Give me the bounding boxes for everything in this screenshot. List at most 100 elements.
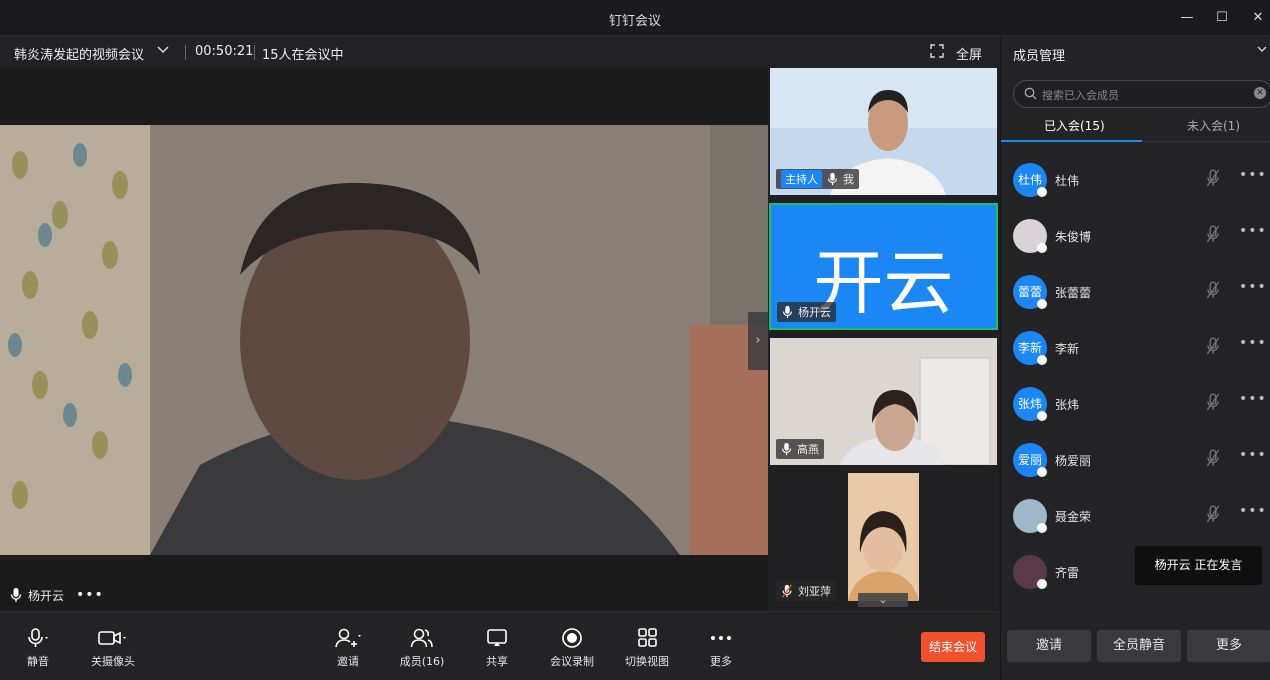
member-name: 张炜	[1055, 398, 1080, 412]
member-name: 张蕾蕾	[1055, 286, 1092, 300]
minimize-button[interactable]: —	[1175, 8, 1199, 28]
microphone-muted-icon	[782, 584, 792, 598]
member-row[interactable]: 蕾蕾 张蕾蕾 •••	[1001, 265, 1270, 321]
microphone-muted-icon[interactable]	[1206, 225, 1220, 246]
member-more-button[interactable]: •••	[1239, 335, 1267, 351]
microphone-muted-icon[interactable]	[1206, 281, 1220, 302]
clear-icon[interactable]: ✕	[1254, 87, 1266, 99]
microphone-muted-icon[interactable]	[1206, 169, 1220, 190]
microphone-muted-icon[interactable]	[1206, 505, 1220, 526]
search-icon	[1024, 87, 1037, 100]
microphone-muted-icon[interactable]	[1206, 337, 1220, 358]
status-badge	[1037, 299, 1047, 309]
record-label: 会议录制	[550, 655, 594, 668]
members-button[interactable]: 成员(16)	[387, 626, 457, 669]
member-more-button[interactable]: •••	[1239, 167, 1267, 183]
more-options-button[interactable]: •••	[76, 587, 104, 603]
member-row[interactable]: 杜伟 杜伟 •••	[1001, 153, 1270, 209]
title-bar: 钉钉会议 — ☐ ✕	[0, 0, 1270, 36]
collapse-tiles-button[interactable]: ›	[748, 312, 768, 370]
status-badge	[1037, 579, 1047, 589]
chevron-down-icon[interactable]	[156, 42, 170, 60]
video-tile[interactable]: 主持人 我	[770, 68, 997, 195]
invite-button[interactable]: 邀请	[1007, 630, 1091, 662]
end-meeting-button[interactable]: 结束会议	[921, 632, 985, 662]
panel-more-button[interactable]: 更多	[1187, 630, 1270, 662]
tile-label: 高燕	[776, 439, 824, 459]
tab-joined[interactable]: 已入会(15)	[1044, 117, 1105, 134]
microphone-muted-icon[interactable]	[1206, 393, 1220, 414]
speaker-tag: 杨开云 •••	[10, 584, 104, 606]
members-label: 成员(16)	[399, 655, 445, 668]
video-tiles: 主持人 我 开云 杨开云 高燕 刘亚萍 ⌄	[768, 68, 999, 611]
grid-view-icon	[638, 628, 657, 647]
member-more-button[interactable]: •••	[1239, 391, 1267, 407]
tile-label: 杨开云	[777, 302, 836, 322]
member-name: 杜伟	[1055, 174, 1080, 188]
speaker-name: 杨开云	[28, 588, 65, 603]
camera-off-button[interactable]: 关摄像头	[78, 626, 148, 669]
member-more-button[interactable]: •••	[1239, 447, 1267, 463]
more-label: 更多	[710, 655, 732, 668]
participant-count: 15人在会议中	[262, 48, 344, 63]
microphone-muted-icon[interactable]	[1206, 449, 1220, 470]
member-row[interactable]: 聂金荣 •••	[1001, 489, 1270, 545]
close-button[interactable]: ✕	[1246, 8, 1270, 28]
share-label: 共享	[486, 655, 508, 668]
member-search-input[interactable]: 搜索已入会成员 ✕	[1013, 80, 1270, 108]
fullscreen-icon[interactable]	[930, 44, 944, 58]
tile-name: 高燕	[797, 443, 819, 456]
member-name: 齐雷	[1055, 566, 1080, 580]
chevron-down-icon[interactable]	[1256, 43, 1268, 58]
tile-label: 刘亚萍	[776, 581, 836, 601]
more-button[interactable]: 更多	[686, 626, 756, 669]
status-badge	[1037, 523, 1047, 533]
mute-all-button[interactable]: 全员静音	[1097, 630, 1181, 662]
maximize-button[interactable]: ☐	[1210, 8, 1234, 28]
microphone-icon	[28, 628, 48, 647]
mute-label: 静音	[27, 655, 49, 668]
video-tile[interactable]: 高燕	[770, 338, 997, 465]
invite-button[interactable]: 邀请	[313, 626, 383, 669]
main-speaker-video[interactable]	[0, 125, 768, 555]
tile-label: 主持人 我	[776, 169, 859, 189]
member-row[interactable]: 张炜 张炜 •••	[1001, 377, 1270, 433]
member-more-button[interactable]: •••	[1239, 223, 1267, 239]
tile-name: 我	[843, 173, 854, 186]
member-row[interactable]: 李新 李新 •••	[1001, 321, 1270, 377]
member-name: 李新	[1055, 342, 1080, 356]
status-badge	[1037, 467, 1047, 477]
meeting-info-bar: 韩炎涛发起的视频会议 00:50:21 15人在会议中 全屏	[0, 36, 1000, 68]
video-tile-active[interactable]: 开云 杨开云	[769, 203, 998, 330]
fullscreen-button[interactable]: 全屏	[956, 44, 982, 63]
microphone-icon	[10, 588, 22, 602]
tab-not-joined[interactable]: 未入会(1)	[1187, 117, 1240, 134]
share-button[interactable]: 共享	[462, 626, 532, 669]
record-icon	[562, 628, 582, 648]
speaking-tooltip: 杨开云 正在发言	[1135, 546, 1262, 585]
switch-view-button[interactable]: 切换视图	[612, 626, 682, 669]
window-title: 钉钉会议	[608, 14, 661, 29]
camera-off-label: 关摄像头	[91, 655, 135, 668]
meeting-title[interactable]: 韩炎涛发起的视频会议	[14, 44, 144, 63]
chevron-down-icon[interactable]: ⌄	[858, 593, 908, 607]
mute-button[interactable]: 静音	[3, 626, 73, 669]
main-stage: 杨开云 ••• ›	[0, 68, 768, 611]
meeting-toolbar: 静音 关摄像头 邀请 成员(16) 共享 会议录制 切换视图 更多 结束会议	[0, 611, 1000, 680]
member-more-button[interactable]: •••	[1239, 279, 1267, 295]
tile-name: 杨开云	[798, 306, 831, 319]
member-name: 聂金荣	[1055, 510, 1092, 524]
switch-view-label: 切换视图	[625, 655, 669, 668]
member-row[interactable]: 朱俊博 •••	[1001, 209, 1270, 265]
record-button[interactable]: 会议录制	[537, 626, 607, 669]
member-name: 朱俊博	[1055, 230, 1092, 244]
member-more-button[interactable]: •••	[1239, 503, 1267, 519]
people-icon	[410, 628, 433, 648]
microphone-icon	[781, 442, 792, 456]
member-row[interactable]: 爱丽 杨爱丽 •••	[1001, 433, 1270, 489]
video-tile[interactable]: 刘亚萍 ⌄	[770, 473, 997, 607]
add-person-icon	[335, 628, 361, 648]
camera-icon	[98, 631, 126, 645]
more-dots-icon	[711, 636, 731, 640]
meeting-timer: 00:50:21	[195, 44, 254, 59]
